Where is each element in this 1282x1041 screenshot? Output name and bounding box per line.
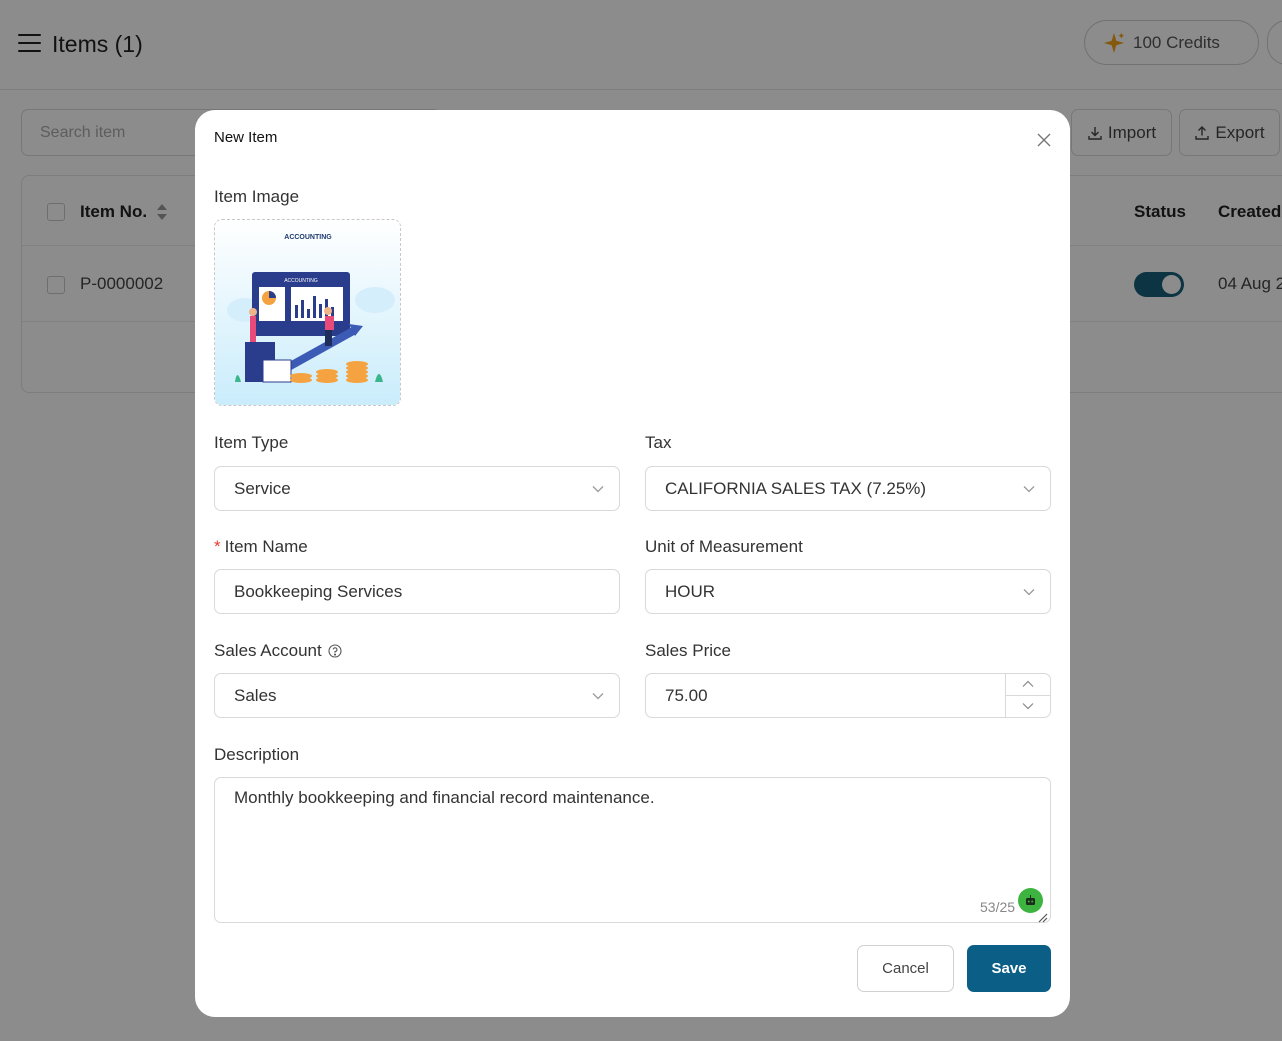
increment-button[interactable] [1006,674,1050,696]
sales-account-value: Sales [234,685,277,705]
help-icon[interactable] [328,644,342,658]
chevron-down-icon [1023,589,1035,596]
sales-price-input[interactable]: 75.00 [645,673,1051,718]
unit-select[interactable]: HOUR [645,569,1051,614]
tax-value: CALIFORNIA SALES TAX (7.25%) [665,478,927,498]
item-image-label: Item Image [214,187,300,206]
resize-icon[interactable] [1036,911,1048,923]
save-button[interactable]: Save [967,945,1051,992]
dialog-title: New Item [214,129,278,146]
chevron-down-icon [1022,703,1034,710]
item-type-value: Service [234,478,291,498]
tax-select[interactable]: CALIFORNIA SALES TAX (7.25%) [645,466,1051,511]
screen-caption: ACCOUNTING [284,278,318,284]
item-name-input[interactable]: Bookkeeping Services [214,569,620,614]
chevron-down-icon [1023,486,1035,493]
chevron-down-icon [592,693,604,700]
required-mark: * [214,537,221,556]
cancel-button[interactable]: Cancel [857,945,954,992]
item-name-label: * Item Name [214,537,308,557]
price-stepper [1005,674,1050,717]
item-image-upload[interactable]: ACCOUNTING ACCOUNTING [214,219,401,406]
unit-value: HOUR [665,581,716,601]
sales-price-value: 75.00 [665,685,708,705]
new-item-dialog: New Item Item Image ACCOUNTING ACCOUNTIN… [195,110,1070,1017]
ai-assist-button[interactable] [1018,888,1043,913]
description-value: Monthly bookkeeping and financial record… [234,788,655,807]
character-counter: 53/25 [980,899,1016,915]
chevron-up-icon [1022,680,1034,688]
sales-account-select[interactable]: Sales [214,673,620,718]
chevron-down-icon [592,486,604,493]
item-name-value: Bookkeeping Services [234,581,403,601]
sales-price-label: Sales Price [645,641,731,660]
accounting-illustration: ACCOUNTING ACCOUNTING [215,220,400,405]
sales-account-label-text: Sales Account [214,641,322,660]
close-icon[interactable] [1036,132,1052,148]
item-name-label-text: Item Name [224,537,308,556]
item-type-select[interactable]: Service [214,466,620,511]
illustration-caption: ACCOUNTING [284,234,332,241]
decrement-button[interactable] [1006,696,1050,718]
unit-label: Unit of Measurement [645,537,803,556]
description-textarea[interactable]: Monthly bookkeeping and financial record… [214,777,1051,923]
robot-icon [1026,895,1035,905]
description-label: Description [214,745,300,764]
tax-label: Tax [645,433,672,452]
item-type-label: Item Type [214,433,289,452]
sales-account-label: Sales Account [214,641,342,661]
